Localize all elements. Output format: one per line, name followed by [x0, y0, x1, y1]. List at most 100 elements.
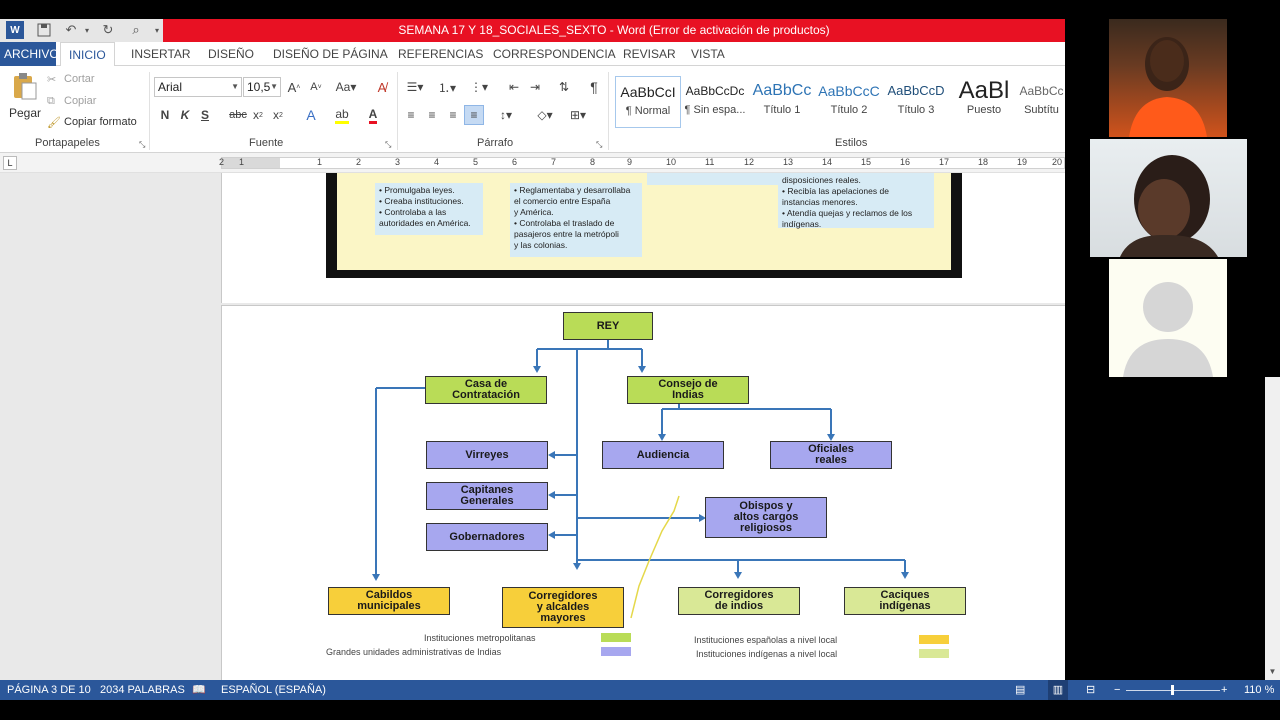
borders-icon[interactable]: ⊞▾ [565, 105, 591, 125]
image-cell-rey: • Promulgaba leyes. • Creaba institucion… [375, 183, 483, 235]
image-text: el comercio entre España [514, 196, 611, 206]
font-color-icon[interactable]: A [362, 105, 384, 125]
print-preview-icon[interactable]: ⌕ [127, 21, 145, 39]
multilevel-list-icon[interactable]: ⋮▾ [467, 77, 491, 97]
bold-button[interactable]: N [158, 105, 172, 125]
word-count[interactable]: 2034 PALABRAS [100, 680, 185, 700]
text-effects-icon[interactable]: A [300, 105, 322, 125]
proofing-icon[interactable]: 📖 [192, 680, 206, 700]
format-painter-icon[interactable]: 🖌 [47, 116, 61, 129]
video-tile-participant-3[interactable] [1065, 259, 1280, 377]
vertical-scrollbar[interactable]: ▼ [1265, 377, 1280, 680]
horizontal-ruler[interactable]: 1 2 1 2 3 4 5 6 7 8 9 10 11 12 13 14 15 … [219, 157, 1065, 169]
highlight-icon[interactable]: ab [330, 105, 354, 125]
node-audiencia: Audiencia [602, 441, 724, 469]
tab-revisar[interactable]: REVISAR [615, 42, 684, 66]
participant-3-placeholder [1109, 259, 1227, 377]
page-count[interactable]: PÁGINA 3 DE 10 [7, 680, 91, 700]
change-case-icon[interactable]: Aa▾ [334, 77, 358, 97]
font-size-select[interactable]: 10,5 ▼ [243, 77, 281, 97]
style-puesto[interactable]: AaBl Puesto [951, 76, 1017, 128]
style-titulo-1[interactable]: AaBbCc Título 1 [749, 76, 815, 128]
document-page[interactable]: • Promulgaba leyes. • Creaba institucion… [221, 173, 1065, 303]
style-sin-espaciado[interactable]: AaBbCcDc ¶ Sin espa... [682, 76, 748, 128]
video-tile-participant-1[interactable] [1065, 19, 1280, 137]
tab-diseno[interactable]: DISEÑO [200, 42, 262, 66]
font-family-select[interactable]: Arial ▼ [154, 77, 242, 97]
save-icon[interactable] [35, 21, 53, 39]
ruler-number: 2 [219, 157, 225, 167]
format-painter-button[interactable]: Copiar formato [64, 116, 137, 128]
superscript-icon[interactable]: x2 [271, 105, 285, 125]
image-cell-audiencia: disposiciones reales. • Recibía las apel… [778, 173, 934, 229]
tab-referencias[interactable]: REFERENCIAS [390, 42, 491, 66]
org-chart-image[interactable]: REY Casa de Contratación Consejo de Indi… [319, 306, 979, 666]
align-right-icon[interactable]: ≡ [444, 105, 462, 125]
tab-insertar[interactable]: INSERTAR [123, 42, 199, 66]
zoom-slider-thumb[interactable] [1171, 685, 1174, 695]
style-titulo-3[interactable]: AaBbCcD Título 3 [883, 76, 949, 128]
clipboard-launcher-icon[interactable]: ⤡ [139, 140, 145, 150]
font-launcher-icon[interactable]: ⤡ [385, 140, 391, 150]
zoom-out-icon[interactable]: − [1114, 680, 1120, 700]
language-indicator[interactable]: ESPAÑOL (ESPAÑA) [221, 680, 326, 700]
italic-button[interactable]: K [178, 105, 192, 125]
scroll-down-icon[interactable]: ▼ [1267, 667, 1278, 678]
increase-indent-icon[interactable]: ⇥ [526, 77, 544, 97]
zoom-level[interactable]: 110 % [1244, 680, 1274, 700]
numbering-icon[interactable]: ⒈▾ [435, 77, 459, 97]
copy-icon[interactable]: ⧉ [47, 95, 55, 108]
subscript-icon[interactable]: x2 [251, 105, 265, 125]
print-layout-icon[interactable]: ▥ [1048, 680, 1068, 700]
shrink-font-icon[interactable]: A ˅ [308, 77, 324, 97]
bullets-icon[interactable]: ☰▾ [403, 77, 427, 97]
table-image[interactable]: • Promulgaba leyes. • Creaba institucion… [326, 173, 962, 278]
sort-icon[interactable]: ⇅ [555, 77, 573, 97]
ruler-left-margin [222, 158, 280, 168]
ruler-number: 7 [551, 157, 557, 167]
undo-dropdown-icon[interactable]: ▾ [78, 21, 96, 39]
node-corregidores-indios: Corregidores de indios [678, 587, 800, 615]
tab-vista[interactable]: VISTA [683, 42, 733, 66]
style-subtitulo[interactable]: AaBbCc Subtítu [1018, 76, 1065, 128]
node-rey: REY [563, 312, 653, 340]
paragraph-launcher-icon[interactable]: ⤡ [596, 140, 602, 150]
video-tile-participant-2[interactable] [1065, 139, 1280, 257]
paste-icon[interactable] [10, 72, 38, 102]
read-mode-icon[interactable]: ▤ [1015, 680, 1025, 700]
clear-format-icon[interactable]: A̸ [372, 77, 392, 97]
zoom-in-icon[interactable]: + [1221, 680, 1227, 700]
style-titulo-2[interactable]: AaBbCcC Título 2 [816, 76, 882, 128]
group-divider [608, 72, 609, 150]
redo-icon[interactable]: ↻ [99, 21, 117, 39]
web-layout-icon[interactable]: ⊟ [1086, 680, 1095, 700]
tab-archivo[interactable]: ARCHIVO [0, 42, 59, 66]
node-caciques-indigenas: Caciques indígenas [844, 587, 966, 615]
tab-correspondencia[interactable]: CORRESPONDENCIA [485, 42, 624, 66]
line-spacing-icon[interactable]: ↕▾ [493, 105, 519, 125]
ruler-number: 18 [978, 157, 989, 167]
tab-diseno-pagina[interactable]: DISEÑO DE PÁGINA [265, 42, 396, 66]
show-marks-icon[interactable]: ¶ [585, 77, 603, 97]
underline-button[interactable]: S [198, 105, 212, 125]
grow-font-icon[interactable]: A ˄ [286, 77, 302, 97]
document-page[interactable]: REY Casa de Contratación Consejo de Indi… [221, 305, 1065, 680]
tab-inicio[interactable]: INICIO [60, 42, 115, 67]
strikethrough-button[interactable]: abc [228, 105, 248, 125]
paste-button[interactable]: Pegar [9, 106, 41, 120]
ruler-number: 19 [1017, 157, 1028, 167]
image-cell-consejo [647, 173, 779, 185]
ruler-number: 4 [434, 157, 440, 167]
align-left-icon[interactable]: ≡ [402, 105, 420, 125]
tab-selector[interactable]: L [3, 156, 17, 170]
image-text: • Reglamentaba y desarrollaba [514, 185, 631, 195]
video-call-panel [1065, 19, 1280, 377]
align-center-icon[interactable]: ≡ [423, 105, 441, 125]
copy-button[interactable]: Copiar [64, 95, 96, 107]
shading-icon[interactable]: ◇▾ [532, 105, 558, 125]
decrease-indent-icon[interactable]: ⇤ [505, 77, 523, 97]
cut-icon[interactable]: ✂ [47, 73, 56, 86]
style-normal[interactable]: AaBbCcI ¶ Normal [615, 76, 681, 128]
cut-button[interactable]: Cortar [64, 73, 95, 85]
justify-icon[interactable]: ≡ [464, 105, 484, 125]
